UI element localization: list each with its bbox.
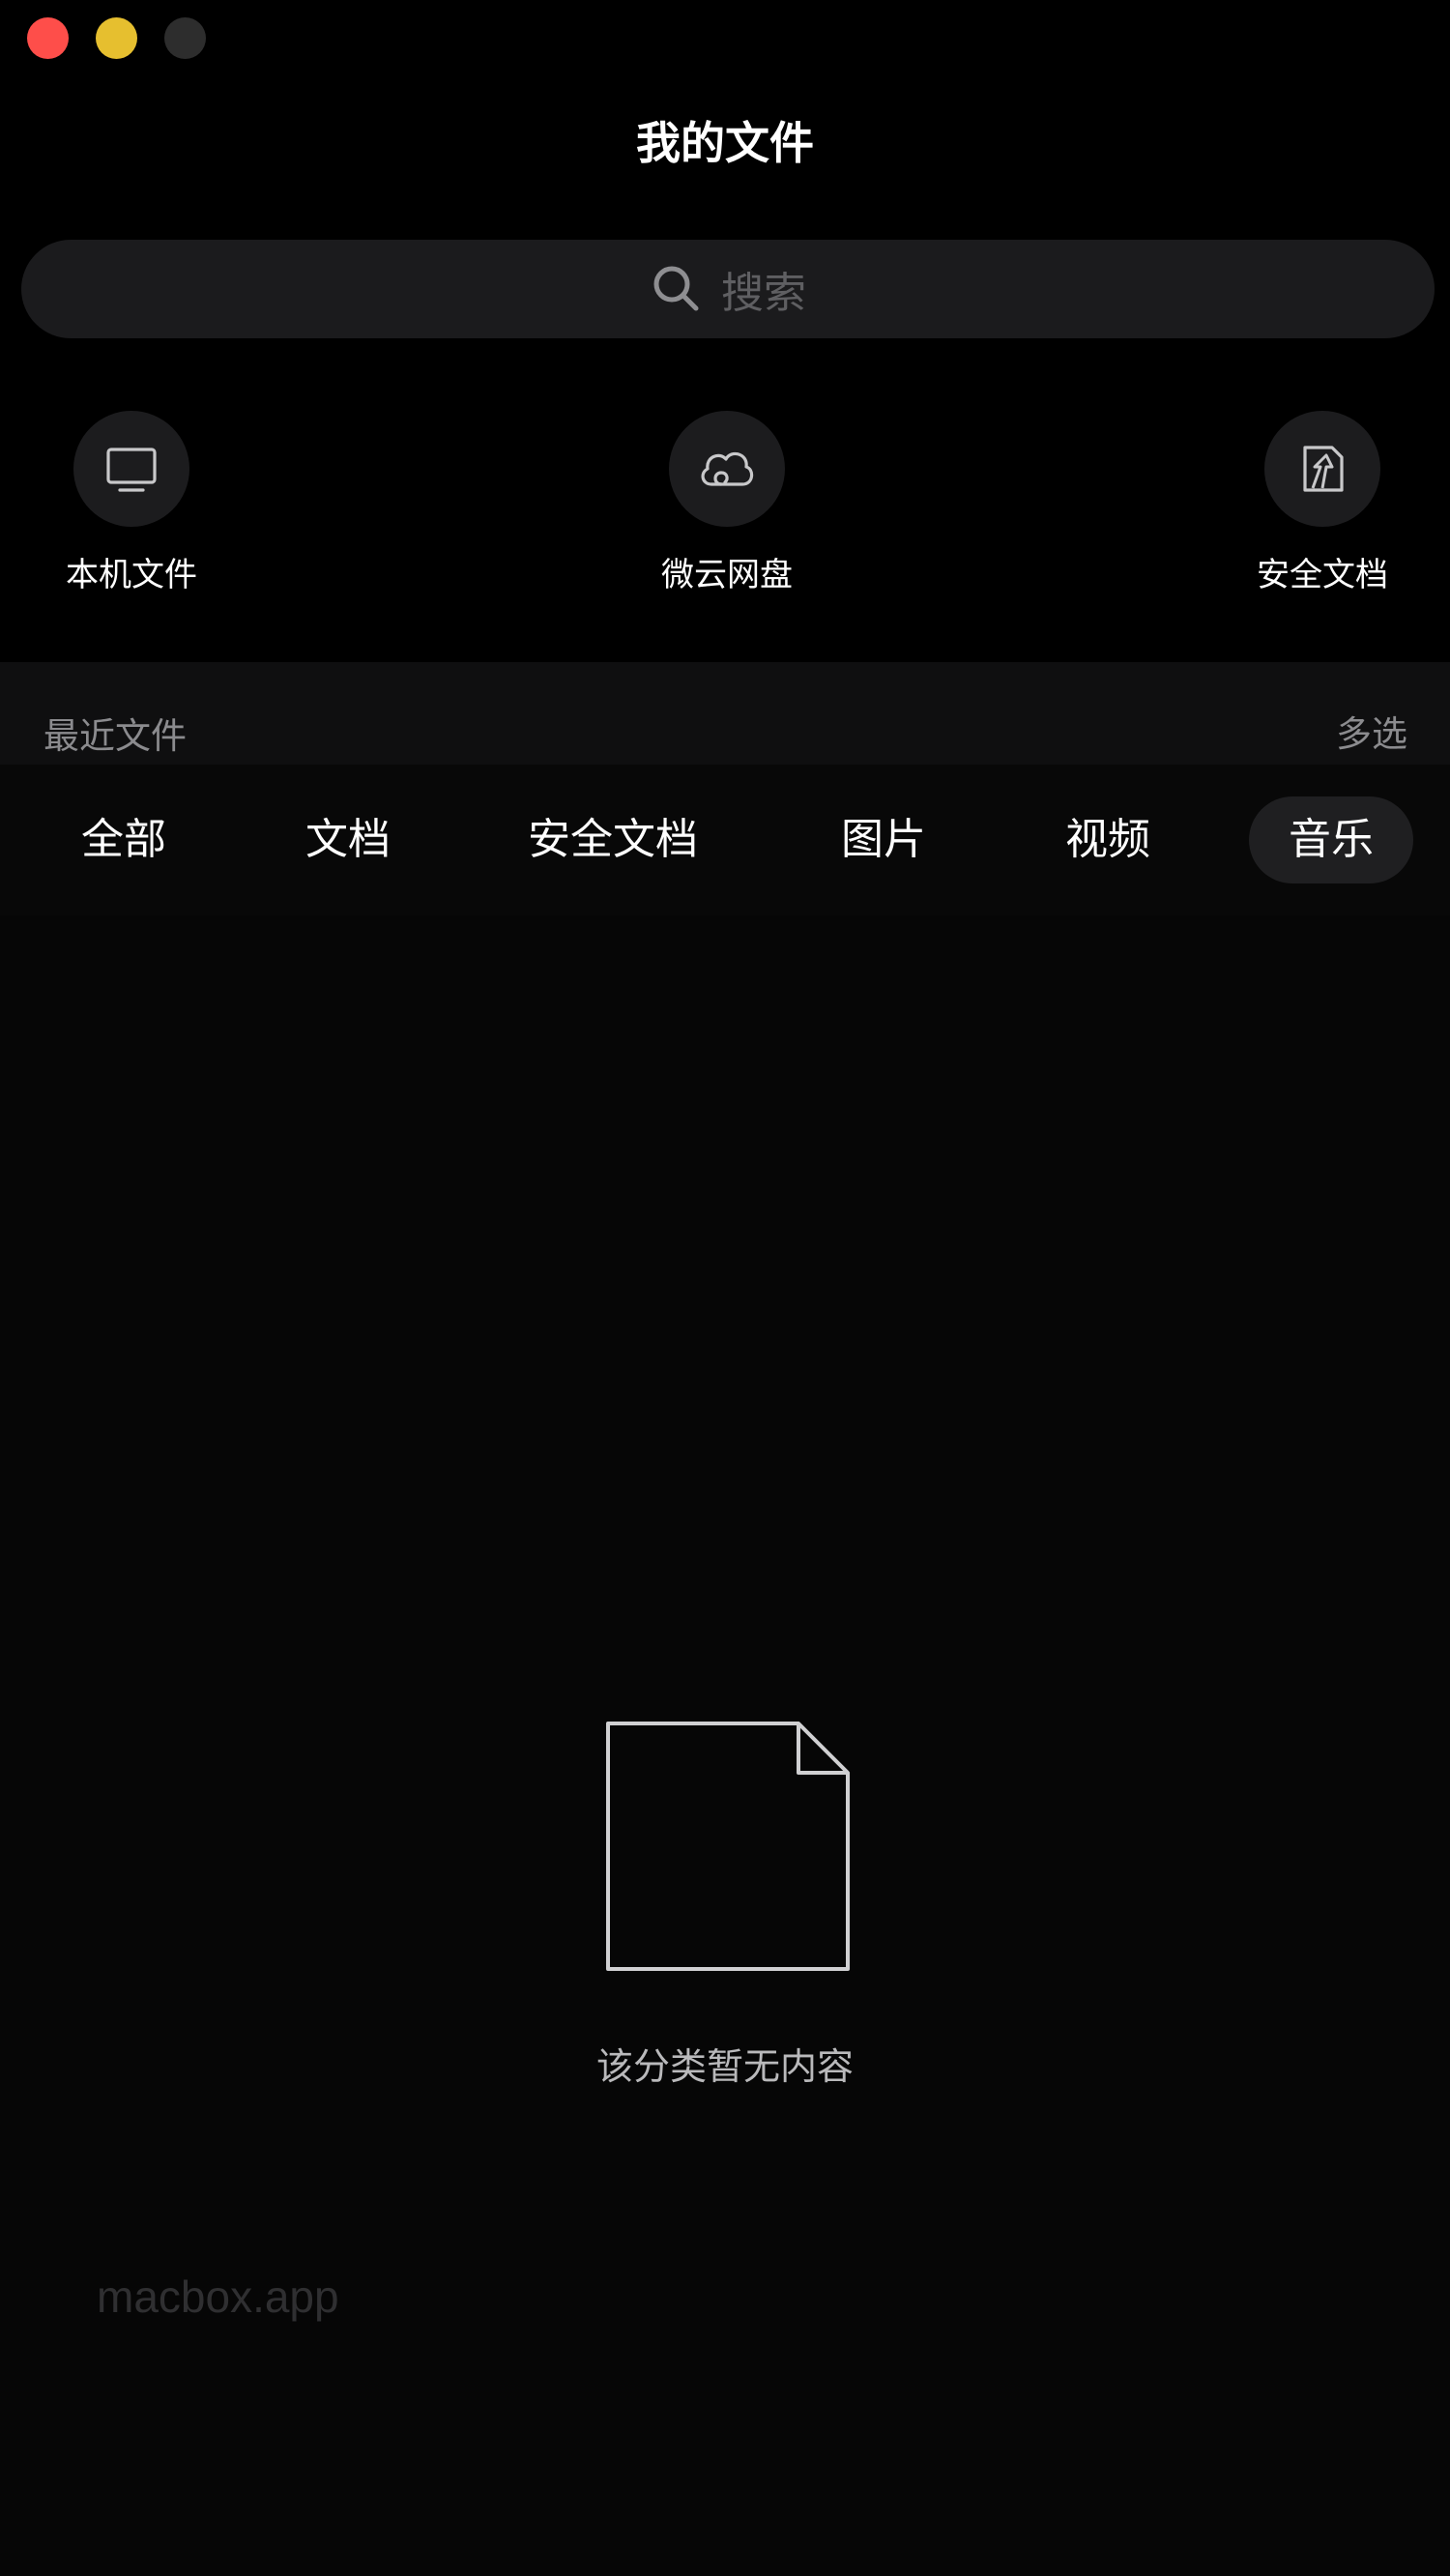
tab-music[interactable]: 音乐 [1249, 796, 1413, 883]
monitor-icon [106, 448, 157, 492]
blank-document-icon [606, 1722, 850, 1971]
search-placeholder: 搜索 [721, 269, 806, 318]
empty-state-message: 该分类暂无内容 [595, 2045, 854, 2088]
quick-entry-circle [669, 411, 785, 527]
recent-files-title: 最近文件 [44, 715, 187, 757]
quick-entry-weiyun[interactable]: 微云网盘 [630, 411, 824, 595]
window-controls [27, 17, 206, 59]
quick-entry-local-files[interactable]: 本机文件 [35, 411, 228, 595]
search-bar[interactable]: 搜索 [21, 240, 1435, 338]
tab-videos[interactable]: 视频 [1050, 796, 1166, 883]
quick-entry-label: 本机文件 [66, 556, 197, 594]
page-title: 我的文件 [636, 117, 814, 169]
minimize-window-button[interactable] [96, 17, 137, 59]
secure-document-icon [1303, 446, 1344, 492]
quick-entry-circle [1264, 411, 1380, 527]
tab-images[interactable]: 图片 [826, 796, 942, 883]
search-icon [653, 266, 699, 311]
category-tabs: 全部 文档 安全文档 图片 视频 音乐 [0, 765, 1450, 915]
multi-select-button[interactable]: 多选 [1336, 705, 1407, 757]
quick-entry-label: 微云网盘 [661, 556, 793, 594]
cloud-icon [701, 451, 754, 486]
quick-entry-circle [73, 411, 189, 527]
tab-all[interactable]: 全部 [66, 796, 182, 883]
watermark: macbox.app [97, 2272, 339, 2322]
quick-entry-secure-docs[interactable]: 安全文档 [1226, 411, 1419, 595]
close-window-button[interactable] [27, 17, 69, 59]
file-list-area: 该分类暂无内容 macbox.app [0, 915, 1450, 2576]
quick-entry-label: 安全文档 [1257, 556, 1388, 594]
recent-files-header: 最近文件 多选 [0, 662, 1450, 765]
zoom-window-button [164, 17, 206, 59]
tab-documents[interactable]: 文档 [290, 796, 406, 883]
tab-secure-documents[interactable]: 安全文档 [516, 796, 710, 883]
app-window: 我的文件 搜索 本机文件 微云网盘 安全文档 最近文件 多选 全部 文档 安全文… [0, 0, 1450, 2576]
